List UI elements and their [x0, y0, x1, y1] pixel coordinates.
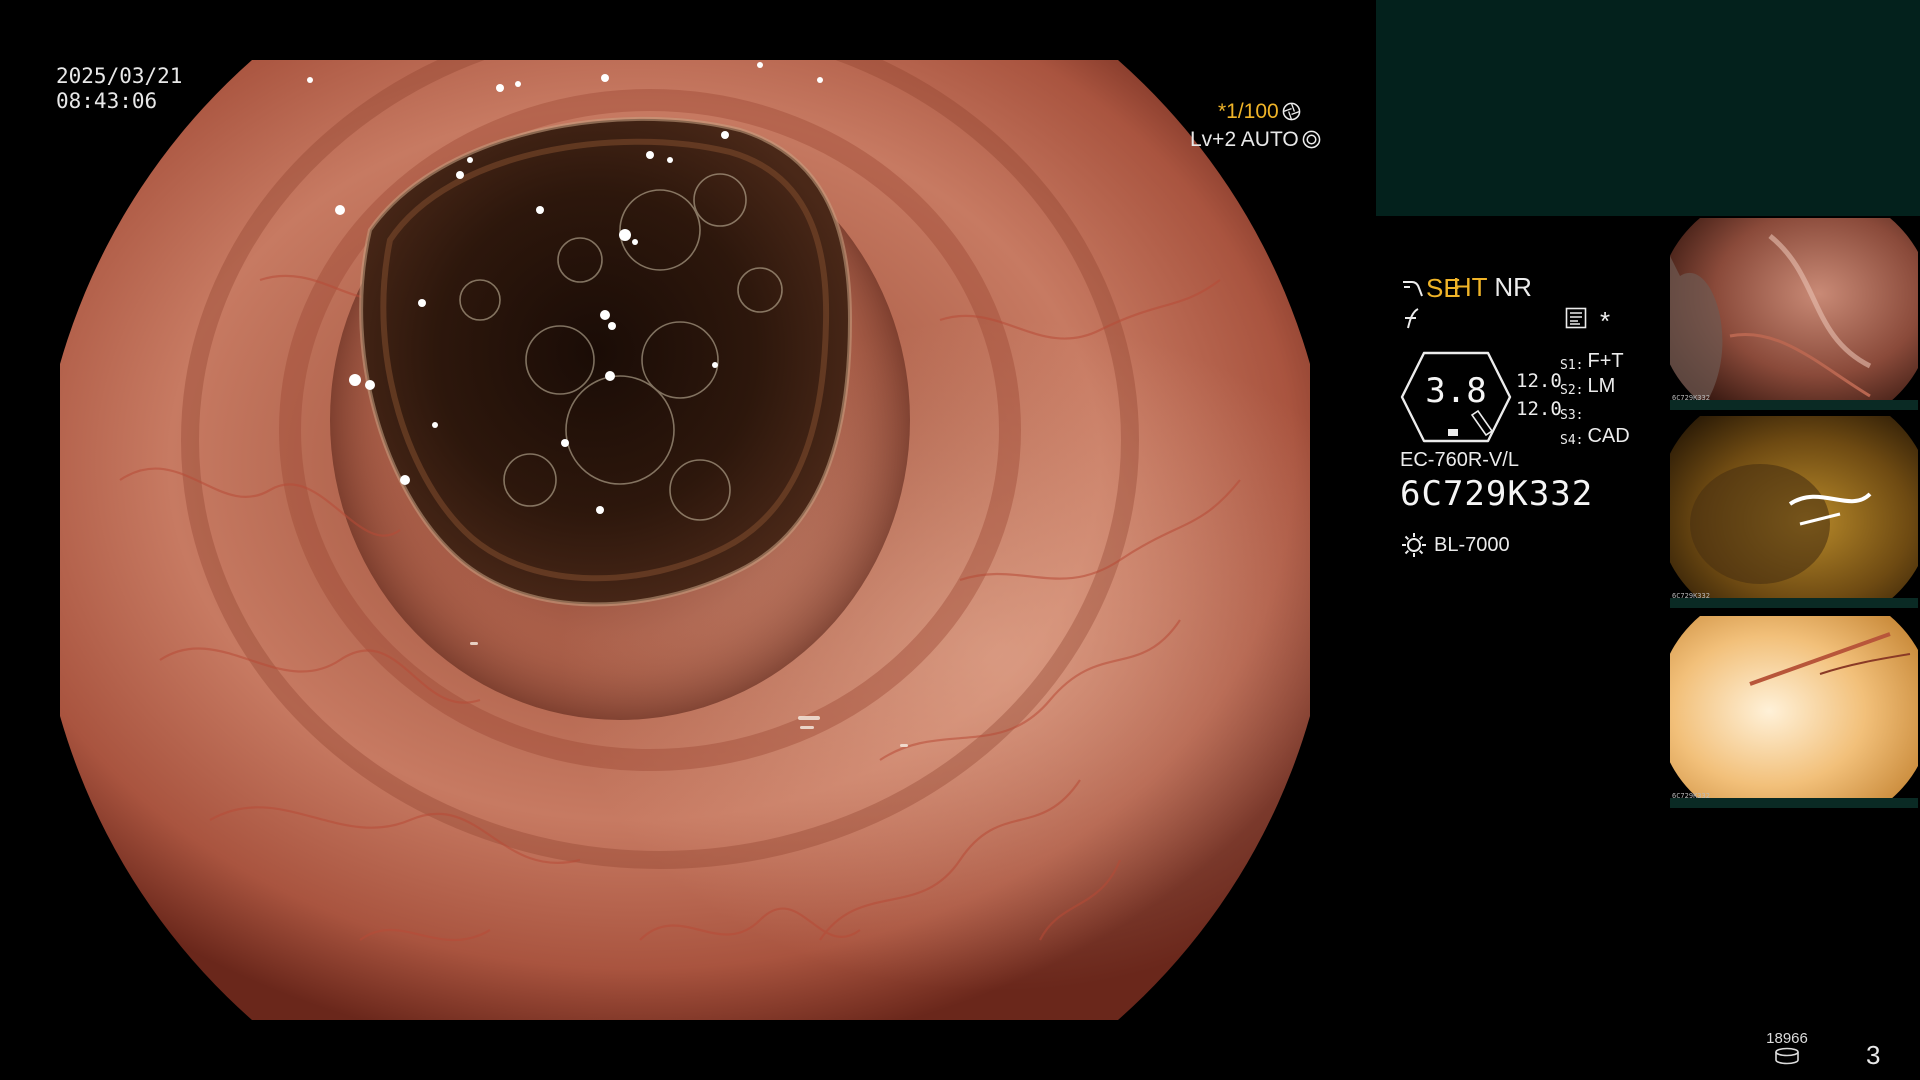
endoscopic-view: [60, 60, 1310, 1020]
iris-icon: [1302, 130, 1321, 149]
capture-time: 08:43:06: [56, 89, 158, 113]
thumbnail-3[interactable]: 6C729K332: [1670, 614, 1918, 808]
thumbnail-1-strip: [1670, 400, 1918, 410]
thumbnail-3-strip: [1670, 798, 1918, 808]
aperture-icon: [1282, 102, 1301, 121]
zoom-left-value-1: 12.0: [1516, 370, 1562, 392]
f-curve-icon: [1402, 306, 1422, 330]
switch-s1: S1: F+T: [1560, 350, 1624, 373]
lamp-icon: [1400, 531, 1428, 559]
status-se: SE: [1400, 273, 1461, 303]
brightness-level: Lv+2 AUTO: [1190, 127, 1299, 151]
thumbnail-2[interactable]: 6C729K332: [1670, 414, 1918, 608]
scope-model: EC-760R-V/L: [1400, 449, 1519, 471]
storage-icon: [1774, 1047, 1800, 1065]
switch-s2: S2: LM: [1560, 375, 1616, 398]
asterisk-indicator: *: [1600, 306, 1611, 336]
switch-s3: S3:: [1560, 408, 1584, 423]
scope-serial: 6C729K332: [1400, 474, 1594, 514]
reference-panel: [1376, 0, 1920, 216]
thumbnail-1[interactable]: 6C729K332: [1670, 216, 1918, 410]
level-readout: Lv+2 AUTO: [1190, 126, 1321, 152]
record-list-icon: [1565, 307, 1587, 329]
capture-date: 2025/03/21: [56, 64, 183, 88]
light-source-label: BL-7000: [1434, 533, 1510, 556]
nr-indicator: NR: [1494, 272, 1532, 302]
light-source: BL-7000: [1400, 530, 1510, 560]
scope-icon: [1400, 276, 1424, 300]
shutter-readout: *1/100: [1218, 98, 1301, 124]
colon-lumen-image: [60, 60, 1310, 1020]
switch-s4: S4: CAD: [1560, 425, 1630, 448]
zoom-left-value-2: 12.0: [1516, 398, 1562, 420]
zoom-indicator: 3.8: [1400, 351, 1512, 443]
image-count: 18966: [1766, 1030, 1808, 1047]
shutter-speed: *1/100: [1218, 99, 1279, 123]
page-number: 3: [1866, 1040, 1881, 1070]
switch-list: S1: F+T S2: LM S3: S4: CAD: [1560, 348, 1630, 448]
image-counter: 18966: [1764, 1030, 1810, 1069]
zoom-value: 3.8: [1425, 371, 1487, 411]
thumbnail-2-strip: [1670, 598, 1918, 608]
se-indicator: SE: [1426, 273, 1461, 303]
thumbnail-3-image: [1670, 616, 1918, 800]
thumbnail-2-image: [1670, 416, 1918, 600]
endoscopy-monitor-screen: 2025/03/21 08:43:06 *1/100 Lv+2 AUTO HT …: [0, 0, 1920, 1080]
thumbnail-1-image: [1670, 218, 1918, 402]
